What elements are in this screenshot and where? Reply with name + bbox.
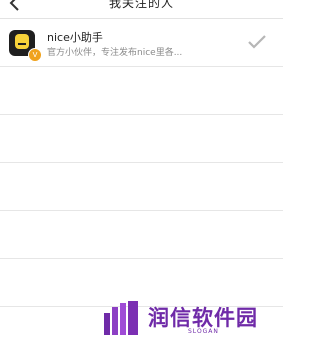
watermark-slogan: SLOGAN [188,328,219,335]
list-divider-row [0,211,283,259]
user-description: 官方小伙伴，专注发布nice里各... [47,48,183,58]
avatar[interactable]: V [9,30,42,62]
list-divider-row [0,163,283,211]
page-title: 我关注的人 [108,0,174,10]
following-list: V nice小助手 官方小伙伴，专注发布nice里各... [0,19,283,307]
top-bar: 我关注的人 [0,0,283,19]
logo-icon [104,301,138,335]
user-name: nice小助手 [47,31,103,44]
verified-badge: V [28,48,42,62]
watermark-logo: 润信软件园 SLOGAN [100,296,270,343]
list-item[interactable]: V nice小助手 官方小伙伴，专注发布nice里各... [0,19,283,67]
list-divider-row [0,115,283,163]
checkmark-icon[interactable] [247,34,267,50]
list-divider-row [0,67,283,115]
